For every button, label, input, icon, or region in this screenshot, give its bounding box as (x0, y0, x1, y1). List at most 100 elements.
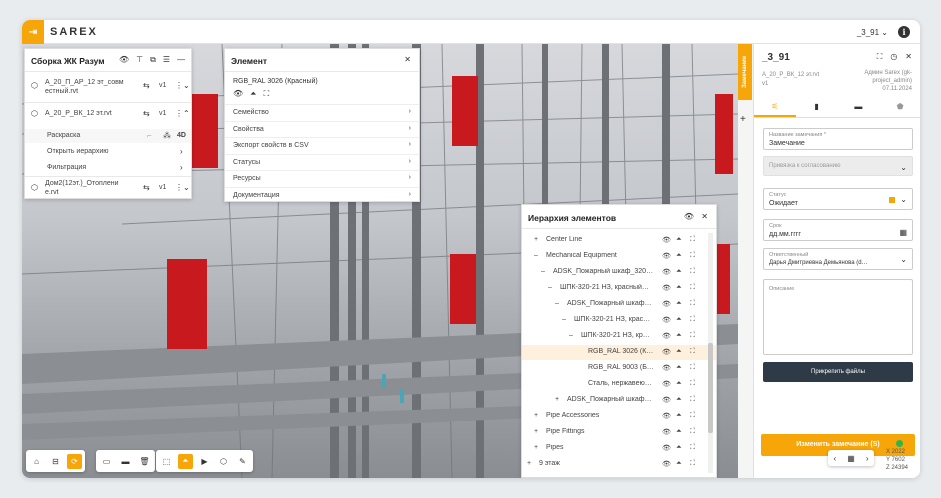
expand-toggle[interactable]: – (541, 268, 545, 275)
eye-icon[interactable]: 👁 (662, 460, 671, 468)
tree-item[interactable]: – ADSK_Пожарный шкаф… 👁 ⏶ ⛶ (522, 297, 716, 312)
cones-icon[interactable]: ⏶ (178, 453, 193, 469)
tree-item[interactable]: RGB_RAL 3026 (К… 👁 ⏶ ⛶ (522, 345, 716, 360)
cone-icon[interactable]: ⏶ (676, 300, 682, 308)
filter-row[interactable]: Фильтрация › (25, 161, 191, 175)
eye-icon[interactable]: 👁 (662, 364, 671, 372)
select-icon[interactable]: ⬚ (159, 454, 174, 469)
focus-icon[interactable]: ⛶ (690, 348, 695, 356)
expand-toggle[interactable]: – (562, 316, 566, 323)
expand-icon[interactable]: ⛶ (877, 52, 883, 62)
focus-icon[interactable]: ⛶ (690, 412, 695, 420)
expand-toggle[interactable]: + (534, 444, 538, 451)
tree-item[interactable]: Сталь, нержавею… 👁 ⏶ ⛶ (522, 377, 716, 392)
eye-icon[interactable]: 👁 (662, 284, 671, 292)
home-view-icon[interactable]: ⌂ (29, 454, 44, 469)
camera-icon[interactable]: ▶ (197, 454, 212, 469)
eye-icon[interactable]: 👁 (662, 444, 671, 452)
eye-icon[interactable]: 👁 (662, 316, 671, 324)
grid-icon[interactable]: ▦ (847, 454, 855, 463)
expand-toggle[interactable]: + (534, 428, 538, 435)
settings-icon[interactable]: ☰ (163, 55, 170, 65)
focus-icon[interactable]: ⛶ (690, 380, 695, 388)
tree-item[interactable]: + Pipes 👁 ⏶ ⛶ (522, 441, 716, 456)
paint-row[interactable]: Раскраска ⌐ ⁂ 4D (25, 129, 191, 143)
attach-files-button[interactable]: Прикрепить файлы (763, 362, 913, 382)
cone-icon[interactable]: ⏶ (676, 268, 682, 276)
expand-toggle[interactable]: + (555, 396, 559, 403)
responsible-select[interactable]: Ответственный Дарья Дмитриевна Демьянова… (763, 248, 913, 270)
brush-icon[interactable]: ⌐ (147, 131, 152, 140)
cone-icon[interactable]: ⏶ (676, 316, 682, 324)
tree-item[interactable]: +9 этаж 👁 ⏶ ⛶ (522, 457, 716, 472)
focus-icon[interactable]: ⛶ (690, 444, 695, 452)
eye-icon[interactable]: 👁 (662, 332, 671, 340)
prev-icon[interactable]: ‹ (834, 454, 837, 463)
expand-toggle[interactable]: + (527, 460, 531, 467)
tree-item[interactable]: – ШПК-320-21 НЗ, крас… 👁 ⏶ ⛶ (522, 313, 716, 328)
element-section-row[interactable]: Экспорт свойств в CSV › (225, 137, 419, 152)
cone-icon[interactable]: ⏶ (676, 380, 682, 388)
remark-tab[interactable]: Замечание (738, 44, 752, 100)
palette-icon[interactable]: ⁂ (163, 131, 171, 140)
status-select[interactable]: Статус Ожидает ⌄ (763, 188, 913, 210)
model-item[interactable]: ⬡ Дом2(12эт.)_Отоплени е.rvt ⇆ v1 ⋮ ⌄ (25, 179, 191, 199)
expand-toggle[interactable]: – (548, 284, 552, 291)
eye-icon[interactable]: 👁 (662, 396, 671, 404)
expand-toggle[interactable]: – (555, 300, 559, 307)
focus-icon[interactable]: ⛶ (690, 364, 695, 372)
tree-item[interactable]: – Mechanical Equipment 👁 ⏶ ⛶ (522, 249, 716, 264)
tree-item[interactable]: + Center Line 👁 ⏶ ⛶ (522, 233, 716, 248)
expand-toggle[interactable]: – (569, 332, 573, 339)
chevron-down-icon[interactable]: ⌄ (183, 81, 190, 90)
element-section-row[interactable]: Семейство › (225, 104, 419, 119)
nav-widget[interactable]: ‹ ▦ › (828, 450, 874, 466)
minimize-icon[interactable]: — (177, 55, 185, 65)
focus-icon[interactable]: ⛶ (690, 396, 695, 404)
history-icon[interactable]: ◷ (890, 52, 897, 62)
exit-icon[interactable]: ⇥ (22, 20, 44, 44)
cone-icon[interactable]: ⏶ (676, 252, 682, 260)
section-icon[interactable]: ⊟ (48, 454, 63, 469)
user-menu[interactable]: _3_91 ⌄ (857, 28, 888, 37)
tab-comments[interactable]: ▬ (838, 98, 880, 117)
model-version[interactable]: v1 (159, 184, 166, 191)
chevron-down-icon[interactable]: ⌄ (183, 183, 190, 192)
orbit-icon[interactable]: ⟳ (67, 453, 82, 469)
add-icon[interactable]: + (740, 114, 746, 125)
cut-icon[interactable]: ▬ (118, 454, 133, 469)
remark-name-field[interactable]: Название замечания * Замечание (763, 128, 913, 150)
calendar-icon[interactable]: ▦ (899, 228, 907, 237)
kebab-icon[interactable]: ⋮ (175, 109, 183, 118)
tree-item[interactable]: + Pipe Fittings 👁 ⏶ ⛶ (522, 425, 716, 440)
eye-icon[interactable]: 👁 (662, 252, 671, 260)
pin-icon[interactable]: ⊤ (136, 55, 143, 65)
cone-icon[interactable]: ⏶ (676, 460, 682, 468)
cone-icon[interactable]: ⏶ (676, 396, 682, 404)
info-icon[interactable]: i (898, 26, 910, 38)
copy-icon[interactable]: ⧉ (150, 55, 156, 65)
close-icon[interactable]: ✕ (404, 55, 411, 64)
element-section-row[interactable]: Документация › (225, 186, 419, 202)
cone-icon[interactable]: ⏶ (676, 412, 682, 420)
eye-icon[interactable]: 👁 (662, 412, 671, 420)
focus-icon[interactable]: ⛶ (690, 332, 695, 340)
tab-settings[interactable]: ⚟ (754, 98, 796, 117)
cone-icon[interactable]: ⏶ (250, 89, 256, 99)
cone-icon[interactable]: ⏶ (676, 236, 682, 244)
eye-icon[interactable]: 👁 (662, 236, 671, 244)
model-viewport[interactable]: Сборка ЖК Разум 👁 ⊤ ⧉ ☰ — ⬡ А_20_П_АР_12… (22, 44, 738, 478)
cone-icon[interactable]: ⏶ (676, 364, 682, 372)
eye-icon[interactable]: 👁 (233, 89, 243, 99)
expand-toggle[interactable]: – (534, 252, 538, 259)
tree-item[interactable]: – ШПК-320-21 НЗ, кр… 👁 ⏶ ⛶ (522, 329, 716, 344)
measure-icon[interactable]: ▭ (99, 454, 114, 469)
focus-icon[interactable]: ⛶ (690, 300, 695, 308)
sync-icon[interactable]: ⇆ (143, 183, 150, 192)
eye-icon[interactable]: 👁 (662, 268, 671, 276)
cone-icon[interactable]: ⏶ (676, 284, 682, 292)
mode-label[interactable]: 4D (177, 132, 186, 139)
focus-icon[interactable]: ⛶ (690, 252, 695, 260)
focus-icon[interactable]: ⛶ (690, 284, 695, 292)
model-item[interactable]: ⬡ А_20_П_АР_12 эт_совм естный.rvt ⇆ v1 ⋮ … (25, 77, 191, 101)
